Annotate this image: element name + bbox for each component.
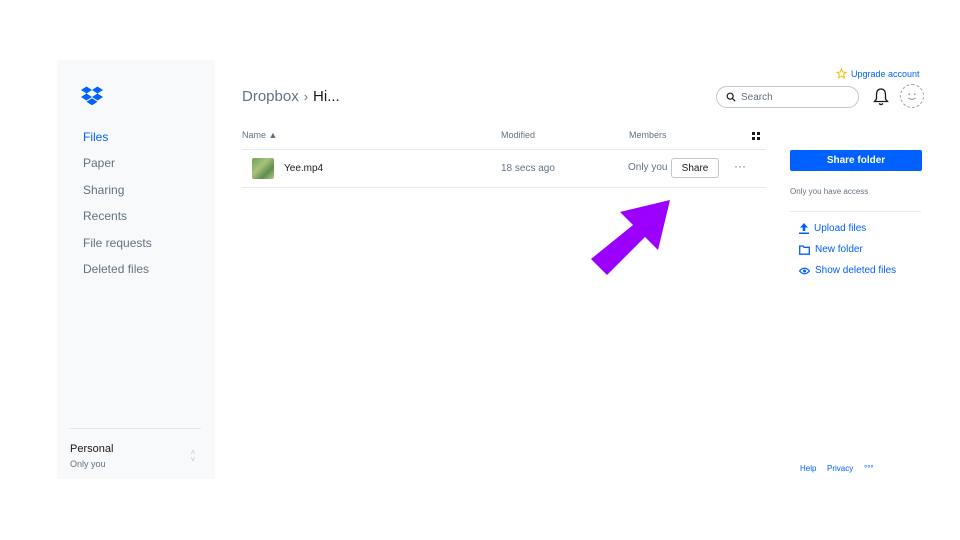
sidebar-item-paper[interactable]: Paper: [83, 156, 115, 170]
sidebar-divider: [69, 428, 201, 429]
share-button[interactable]: Share: [671, 158, 719, 178]
upload-files-action[interactable]: Upload files: [799, 223, 866, 234]
notifications-bell-icon[interactable]: [872, 87, 890, 107]
sidebar-item-deleted-files[interactable]: Deleted files: [83, 262, 149, 276]
new-folder-action[interactable]: New folder: [799, 244, 863, 255]
eye-icon: [799, 267, 810, 274]
sidebar-item-recents[interactable]: Recents: [83, 209, 127, 223]
folder-icon: [799, 244, 810, 255]
account-switcher-chevron-icon[interactable]: ˄ ˅: [188, 449, 198, 465]
search-icon: [726, 92, 736, 102]
column-header-modified[interactable]: Modified: [501, 130, 535, 140]
sidebar-item-sharing[interactable]: Sharing: [83, 183, 124, 197]
upgrade-account-link[interactable]: Upgrade account: [836, 68, 920, 79]
breadcrumb-current[interactable]: Hi...: [313, 88, 340, 105]
upgrade-account-label: Upgrade account: [851, 68, 920, 79]
column-header-name[interactable]: Name ▲: [242, 130, 277, 140]
show-deleted-files-label: Show deleted files: [815, 265, 897, 276]
dropbox-window: Files Paper Sharing Recents File request…: [57, 60, 943, 479]
help-link[interactable]: Help: [800, 464, 816, 473]
table-row[interactable]: Yee.mp4 18 secs ago Only you Share ···: [242, 150, 766, 187]
star-icon: [836, 68, 847, 79]
avatar-icon[interactable]: [900, 84, 924, 108]
share-folder-button[interactable]: Share folder: [790, 150, 922, 171]
more-options-icon[interactable]: ···: [734, 159, 746, 173]
search-input[interactable]: [741, 91, 851, 103]
video-thumbnail: [252, 158, 274, 179]
upload-icon: [799, 223, 809, 234]
account-name[interactable]: Personal: [70, 443, 113, 455]
file-name[interactable]: Yee.mp4: [284, 163, 323, 174]
show-deleted-files-action[interactable]: Show deleted files: [799, 265, 896, 276]
file-modified: 18 secs ago: [501, 163, 555, 174]
sidebar: Files Paper Sharing Recents File request…: [57, 60, 215, 479]
new-folder-label: New folder: [815, 244, 863, 255]
table-divider: [242, 187, 766, 188]
breadcrumb-separator-icon: ›: [303, 89, 309, 104]
right-panel-divider: [790, 211, 921, 212]
sidebar-item-files[interactable]: Files: [83, 130, 108, 144]
upload-files-label: Upload files: [814, 223, 867, 234]
search-box[interactable]: [716, 86, 859, 108]
breadcrumb: Dropbox › Hi...: [242, 88, 340, 105]
breadcrumb-root[interactable]: Dropbox: [242, 88, 299, 105]
sidebar-item-file-requests[interactable]: File requests: [83, 236, 152, 250]
annotation-arrow-icon: [591, 200, 670, 275]
dropbox-logo-icon[interactable]: [81, 86, 103, 106]
column-header-members[interactable]: Members: [629, 130, 667, 140]
grid-view-icon[interactable]: [752, 132, 760, 140]
access-note: Only you have access: [790, 187, 869, 196]
privacy-link[interactable]: Privacy: [827, 464, 853, 473]
file-members: Only you: [628, 162, 668, 173]
account-subtitle: Only you: [70, 459, 106, 469]
more-footer-icon[interactable]: °°°: [864, 464, 874, 473]
